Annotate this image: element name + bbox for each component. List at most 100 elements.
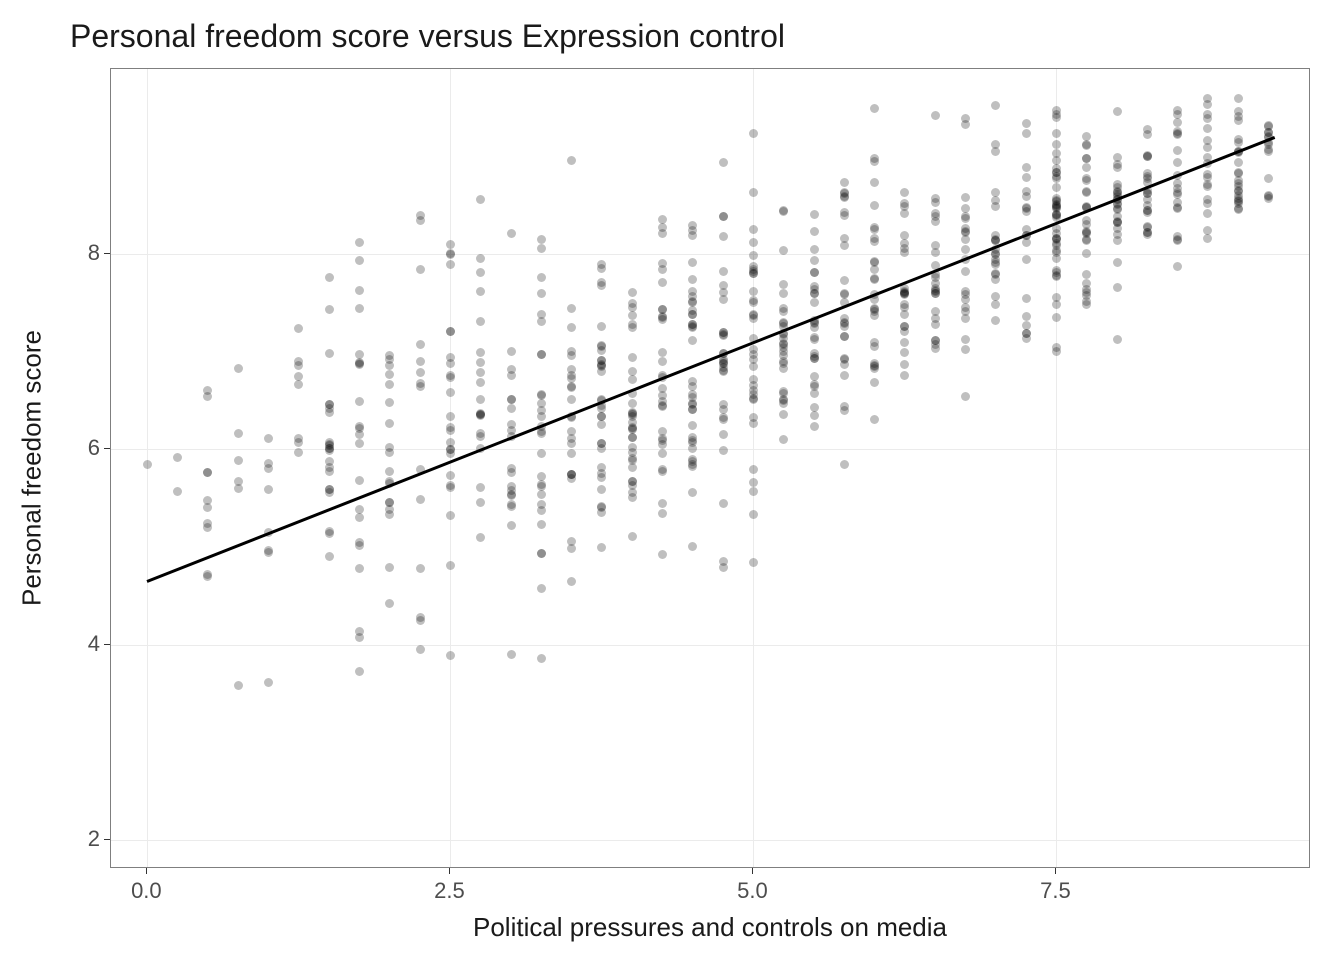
data-point [688,258,697,267]
data-point [203,468,212,477]
data-point [810,422,819,431]
data-point [1203,124,1212,133]
data-point [385,498,394,507]
data-point [507,395,516,404]
data-point [749,298,758,307]
data-point [719,158,728,167]
data-point [1022,192,1031,201]
data-point [355,513,364,522]
data-point [688,323,697,332]
data-point [688,306,697,315]
data-point [507,500,516,509]
data-point [597,322,606,331]
data-point [628,399,637,408]
data-point [658,440,667,449]
data-point [476,378,485,387]
tick-mark-y [104,253,110,254]
data-point [900,188,909,197]
data-point [1173,118,1182,127]
y-tick-label: 2 [40,826,100,852]
data-point [446,412,455,421]
data-point [537,549,546,558]
data-point [1082,176,1091,185]
data-point [779,307,788,316]
data-point [1052,183,1061,192]
data-point [1234,169,1243,178]
data-point [688,231,697,240]
data-point [537,472,546,481]
data-point [810,403,819,412]
data-point [537,490,546,499]
data-point [1052,174,1061,183]
data-point [810,282,819,291]
data-point [1143,230,1152,239]
x-axis-label: Political pressures and controls on medi… [473,912,947,943]
data-point [1203,209,1212,218]
data-point [991,202,1000,211]
data-point [1173,158,1182,167]
data-point [628,353,637,362]
data-point [355,476,364,485]
data-point [1022,312,1031,321]
data-point [537,654,546,663]
data-point [749,465,758,474]
data-point [355,564,364,573]
data-point [749,558,758,567]
data-point [870,415,879,424]
data-point [416,495,425,504]
data-point [719,267,728,276]
data-point [1022,129,1031,138]
data-point [900,209,909,218]
data-point [234,681,243,690]
data-point [749,413,758,422]
data-point [1082,235,1091,244]
data-point [294,324,303,333]
data-point [1022,204,1031,213]
data-point [446,483,455,492]
data-point [991,292,1000,301]
data-point [597,281,606,290]
data-point [385,370,394,379]
data-point [870,104,879,113]
data-point [294,357,303,366]
data-point [1022,294,1031,303]
data-point [628,433,637,442]
data-point [1113,236,1122,245]
data-point [507,482,516,491]
data-point [658,449,667,458]
data-point [476,195,485,204]
data-point [810,354,819,363]
data-point [628,448,637,457]
data-point [688,336,697,345]
data-point [840,332,849,341]
data-point [840,460,849,469]
data-point [476,358,485,367]
data-point [173,487,182,496]
data-point [900,371,909,380]
data-point [658,223,667,232]
data-point [840,193,849,202]
data-point [931,111,940,120]
data-point [507,521,516,530]
data-point [749,311,758,320]
data-point [537,273,546,282]
data-point [991,147,1000,156]
data-point [749,355,758,364]
data-point [1082,154,1091,163]
data-point [325,463,334,472]
data-point [1203,182,1212,191]
data-point [597,444,606,453]
data-point [779,280,788,289]
data-point [900,338,909,347]
data-point [446,445,455,454]
data-point [870,378,879,387]
data-point [234,364,243,373]
data-point [658,402,667,411]
data-point [840,290,849,299]
data-point [840,371,849,380]
data-point [1113,187,1122,196]
data-point [870,257,879,266]
data-point [355,358,364,367]
data-point [749,510,758,519]
data-point [537,235,546,244]
